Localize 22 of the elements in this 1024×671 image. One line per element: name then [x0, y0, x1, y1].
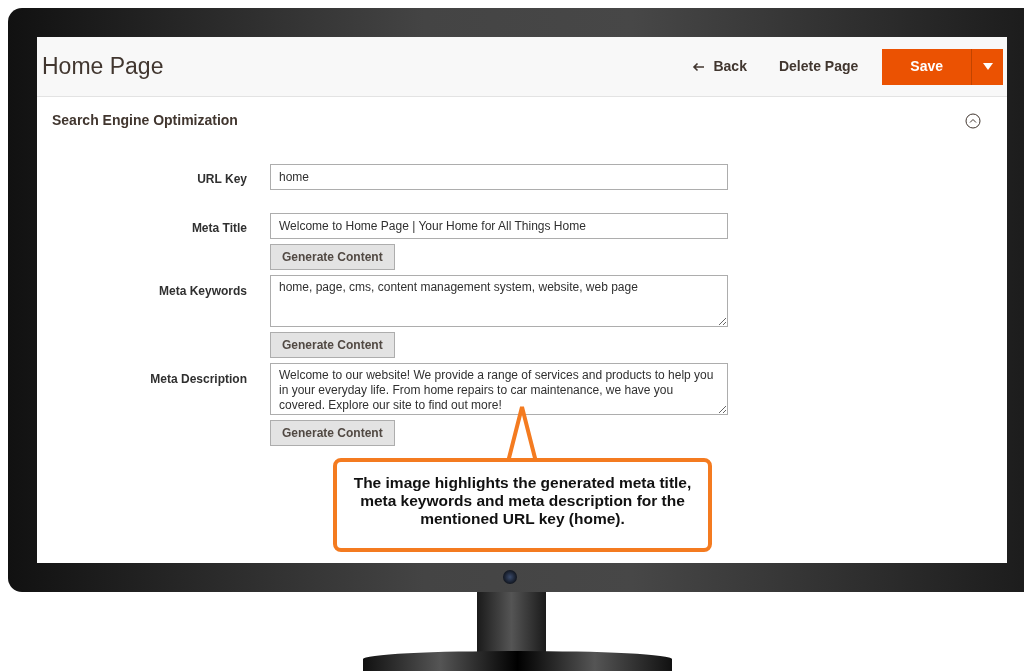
monitor-stand — [477, 592, 546, 654]
generate-content-button[interactable]: Generate Content — [270, 332, 395, 358]
section-title: Search Engine Optimization — [52, 111, 238, 130]
section-header[interactable]: Search Engine Optimization — [37, 97, 1007, 131]
field-label: Meta Description — [149, 371, 248, 388]
collapse-icon[interactable] — [965, 112, 981, 129]
callout-note: The image highlights the generated meta title, meta keywords and meta description for the mentioned URL key (home). — [333, 458, 712, 552]
text-field[interactable]: home — [270, 164, 728, 190]
field-label: Meta Keywords — [157, 283, 248, 300]
back-button[interactable]: Back — [684, 48, 755, 85]
text-field[interactable]: Welcome to Home Page | Your Home for All Things Home — [270, 213, 728, 239]
page-title: Home Page — [42, 52, 164, 82]
save-options-button[interactable] — [971, 48, 1003, 85]
generate-content-button[interactable]: Generate Content — [270, 420, 395, 446]
delete-page-button[interactable]: Delete Page — [770, 48, 867, 85]
field-label: URL Key — [196, 171, 248, 188]
caret-down-icon — [982, 63, 993, 70]
generate-content-button[interactable]: Generate Content — [270, 244, 395, 270]
save-button[interactable]: Save — [882, 48, 971, 85]
text-area[interactable]: home, page, cms, content management system, website, web page — [270, 275, 728, 327]
arrow-left-icon — [692, 61, 706, 72]
field-label: Meta Title — [190, 220, 248, 237]
